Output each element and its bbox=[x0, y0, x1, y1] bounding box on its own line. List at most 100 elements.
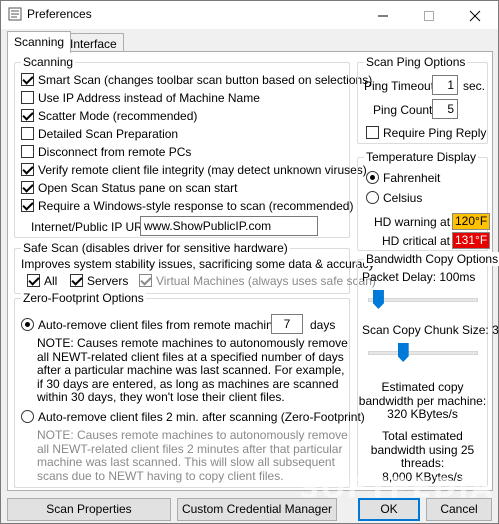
note-line: NOTE: Causes remote machines to autonomo… bbox=[37, 428, 348, 442]
safe-scan-all-checkbox[interactable]: All bbox=[27, 274, 57, 288]
close-button[interactable] bbox=[452, 1, 498, 29]
note-line: all NEWT-related client files at a speci… bbox=[37, 349, 344, 364]
maximize-icon bbox=[424, 11, 434, 21]
smart-scan-checkbox[interactable]: Smart Scan (changes toolbar scan button … bbox=[21, 73, 372, 87]
disconnect-remote-label: Disconnect from remote PCs bbox=[38, 145, 192, 159]
auto-remove-days-radio[interactable]: Auto-remove client files from remote mac… bbox=[21, 318, 298, 332]
hd-critical-value[interactable]: 131°F bbox=[452, 232, 491, 249]
radio-circle[interactable] bbox=[21, 410, 34, 423]
celsius-radio[interactable]: Celsius bbox=[366, 191, 422, 205]
safe-scan-description: Improves system stability issues, sacrif… bbox=[21, 257, 375, 271]
ping-count-input[interactable]: 5 bbox=[432, 99, 458, 119]
tab-scanning[interactable]: Scanning bbox=[7, 31, 72, 53]
open-scan-status-checkbox[interactable]: Open Scan Status pane on scan start bbox=[21, 181, 237, 195]
auto-remove-days-label: Auto-remove client files from remote mac… bbox=[38, 318, 299, 332]
chunk-size-slider-thumb[interactable] bbox=[397, 343, 409, 362]
celsius-label: Celsius bbox=[383, 191, 423, 205]
checkbox-box[interactable] bbox=[21, 163, 34, 176]
verify-integrity-label: Verify remote client file integrity (may… bbox=[38, 163, 367, 177]
minimize-button[interactable] bbox=[360, 1, 406, 29]
bandwidth-group-title: Bandwidth Copy Options bbox=[364, 252, 499, 266]
chunk-size-track[interactable] bbox=[368, 351, 478, 355]
checkbox-box[interactable] bbox=[366, 126, 379, 139]
estimated-bandwidth-text: Estimated copy bandwidth per machine: 32… bbox=[358, 380, 487, 422]
ip-url-input[interactable]: www.ShowPublicIP.com bbox=[140, 216, 318, 236]
temperature-group-title: Temperature Display bbox=[364, 150, 479, 164]
auto-remove-days-input[interactable]: 7 bbox=[271, 314, 303, 334]
days-unit-label: days bbox=[310, 318, 336, 332]
checkbox-box[interactable] bbox=[21, 91, 34, 104]
scan-properties-button[interactable]: Scan Properties bbox=[7, 498, 171, 521]
ping-timeout-input[interactable]: 1 bbox=[432, 75, 458, 95]
estimated-line: Estimated copy bbox=[381, 380, 464, 394]
require-windows-response-label: Require a Windows-style response to scan… bbox=[38, 199, 354, 213]
radio-circle[interactable] bbox=[366, 171, 379, 184]
safe-scan-servers-checkbox[interactable]: Servers bbox=[70, 274, 128, 288]
note-line: machine was last scanned. This will slow… bbox=[37, 455, 335, 469]
verify-integrity-checkbox[interactable]: Verify remote client file integrity (may… bbox=[21, 163, 367, 177]
checkbox-box[interactable] bbox=[27, 274, 40, 287]
total-line: Total estimated bbox=[382, 429, 463, 443]
preferences-window: Preferences Scanning Interface Scanning … bbox=[0, 0, 499, 524]
auto-remove-days-note: NOTE: Causes remote machines to autonomo… bbox=[37, 336, 348, 405]
require-ping-reply-checkbox[interactable]: Require Ping Reply bbox=[366, 126, 486, 140]
detailed-scan-preparation-checkbox[interactable]: Detailed Scan Preparation bbox=[21, 127, 178, 141]
checkbox-box[interactable] bbox=[21, 127, 34, 140]
estimated-line: bandwidth per machine: bbox=[358, 393, 487, 408]
packet-delay-track[interactable] bbox=[368, 298, 478, 302]
checkbox-box[interactable] bbox=[21, 181, 34, 194]
scan-ping-group-title: Scan Ping Options bbox=[364, 55, 468, 69]
safe-scan-virtual-checkbox: Virtual Machines (always uses safe scan) bbox=[139, 274, 376, 288]
bandwidth-group: Bandwidth Copy Options Packet Delay: 100… bbox=[357, 252, 499, 487]
use-ip-address-checkbox[interactable]: Use IP Address instead of Machine Name bbox=[21, 91, 260, 105]
checkbox-box[interactable] bbox=[21, 109, 34, 122]
detailed-scan-preparation-label: Detailed Scan Preparation bbox=[38, 127, 179, 141]
note-line: all NEWT-related client files 2 minutes … bbox=[37, 441, 343, 456]
checkbox-box[interactable] bbox=[21, 73, 34, 86]
safe-scan-servers-label: Servers bbox=[87, 274, 129, 288]
app-icon bbox=[8, 7, 22, 21]
disconnect-remote-checkbox[interactable]: Disconnect from remote PCs bbox=[21, 145, 191, 159]
total-line: bandwidth using 25 bbox=[370, 442, 475, 457]
safe-scan-virtual-label: Virtual Machines (always uses safe scan) bbox=[156, 274, 376, 288]
zero-footprint-label: Auto-remove client files 2 min. after sc… bbox=[38, 410, 365, 424]
safe-scan-group: Safe Scan (disables driver for sensitive… bbox=[14, 241, 376, 294]
packet-delay-label: Packet Delay: 100ms bbox=[362, 270, 476, 284]
packet-delay-slider-thumb[interactable] bbox=[372, 290, 384, 309]
scanning-group: Scanning Smart Scan (changes toolbar sca… bbox=[14, 55, 372, 238]
safe-scan-group-title: Safe Scan (disables driver for sensitive… bbox=[21, 241, 290, 255]
note-line: if 30 days are entered, as long as machi… bbox=[37, 376, 339, 391]
radio-circle[interactable] bbox=[21, 318, 34, 331]
scan-ping-group: Scan Ping Options Ping Timeout 1 sec. Pi… bbox=[357, 55, 488, 144]
window-title: Preferences bbox=[27, 7, 92, 21]
scatter-mode-checkbox[interactable]: Scatter Mode (recommended) bbox=[21, 109, 197, 123]
note-line: NOTE: Causes remote machines to autonomo… bbox=[37, 336, 348, 350]
ping-timeout-label: Ping Timeout bbox=[364, 79, 435, 93]
radio-circle[interactable] bbox=[366, 191, 379, 204]
fahrenheit-radio[interactable]: Fahrenheit bbox=[366, 171, 440, 185]
ip-url-label: Internet/Public IP URL bbox=[31, 220, 150, 234]
estimated-line: 320 KBytes/s bbox=[387, 407, 458, 421]
note-line: after a particular machine was last scan… bbox=[37, 363, 345, 377]
checkbox-box[interactable] bbox=[21, 199, 34, 212]
checkbox-box[interactable] bbox=[70, 274, 83, 287]
zero-footprint-group: Zero-Footprint Options Auto-remove clien… bbox=[14, 291, 365, 488]
ping-count-label: Ping Count bbox=[373, 103, 433, 117]
ping-timeout-unit: sec. bbox=[463, 79, 486, 93]
smart-scan-label: Smart Scan (changes toolbar scan button … bbox=[38, 73, 373, 87]
checkbox-box[interactable] bbox=[21, 145, 34, 158]
note-line: within 30 days, they won't lose their cl… bbox=[37, 390, 285, 404]
zero-footprint-radio[interactable]: Auto-remove client files 2 min. after sc… bbox=[21, 410, 365, 424]
hd-critical-label: HD critical at bbox=[382, 234, 451, 248]
scatter-mode-label: Scatter Mode (recommended) bbox=[38, 109, 198, 123]
require-windows-response-checkbox[interactable]: Require a Windows-style response to scan… bbox=[21, 199, 353, 213]
tab-interface[interactable]: Interface bbox=[63, 33, 124, 53]
chunk-size-label: Scan Copy Chunk Size: 32KB bbox=[362, 323, 499, 337]
close-icon bbox=[469, 10, 481, 22]
title-bar: Preferences bbox=[1, 1, 498, 29]
hd-warning-value[interactable]: 120°F bbox=[452, 213, 491, 230]
checkbox-box bbox=[139, 274, 152, 287]
watermark: SOFTPEDIA bbox=[299, 471, 495, 504]
maximize-button[interactable] bbox=[406, 1, 452, 29]
fahrenheit-label: Fahrenheit bbox=[383, 171, 441, 185]
